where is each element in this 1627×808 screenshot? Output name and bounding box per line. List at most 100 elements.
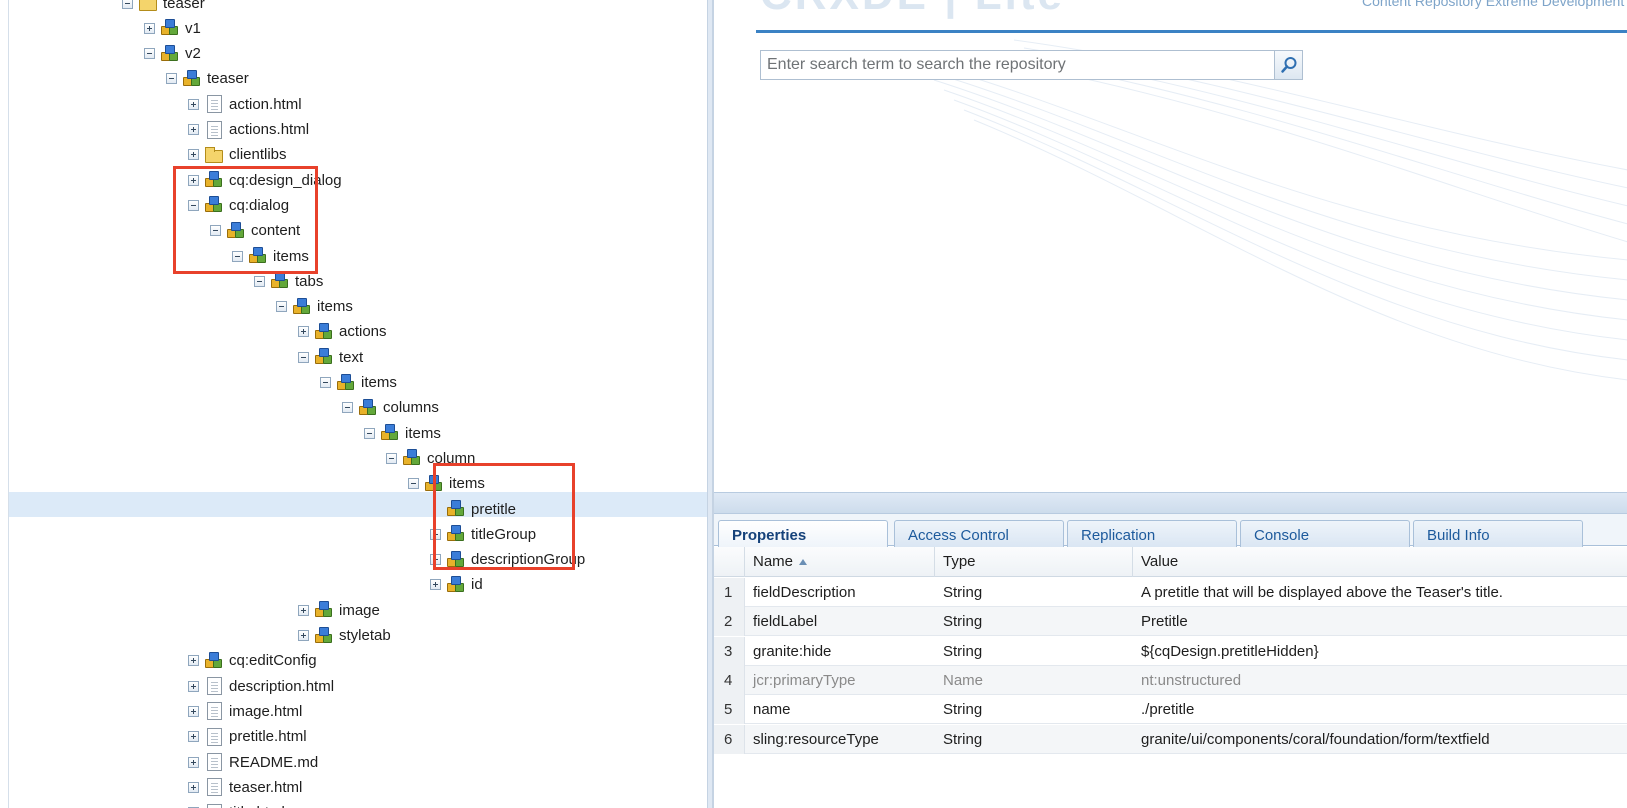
expand-icon[interactable] xyxy=(144,22,155,34)
tree-node[interactable]: text xyxy=(298,345,363,369)
collapse-icon[interactable] xyxy=(298,351,309,363)
search-input[interactable] xyxy=(760,50,1274,80)
collapse-icon[interactable] xyxy=(342,402,353,414)
search-button[interactable] xyxy=(1274,50,1303,80)
tree-node[interactable]: pretitle.html xyxy=(188,725,307,749)
node-icon xyxy=(182,69,202,89)
column-header-name[interactable]: Name xyxy=(745,547,935,577)
tree-node[interactable]: description.html xyxy=(188,674,334,698)
expand-icon[interactable] xyxy=(188,174,199,186)
expand-icon[interactable] xyxy=(188,680,199,692)
column-header-value[interactable]: Value xyxy=(1133,547,1627,577)
tab-build-info[interactable]: Build Info xyxy=(1413,520,1583,547)
tab-properties[interactable]: Properties xyxy=(718,520,888,548)
tree-node[interactable]: descriptionGroup xyxy=(430,548,585,572)
expand-icon[interactable] xyxy=(188,756,199,768)
tree-node-label: cq:dialog xyxy=(229,196,290,214)
property-row[interactable]: 1 fieldDescription String A pretitle that w… xyxy=(714,578,1627,607)
expand-icon[interactable] xyxy=(298,604,309,616)
tree-node-label: id xyxy=(471,576,483,594)
tree-node[interactable]: image.html xyxy=(188,699,302,723)
property-row[interactable]: 4 jcr:primaryType Name nt:unstructured xyxy=(714,665,1627,695)
collapse-icon[interactable] xyxy=(166,73,177,85)
collapse-icon[interactable] xyxy=(188,199,199,211)
expand-icon[interactable] xyxy=(188,705,199,717)
expand-icon[interactable] xyxy=(430,554,441,566)
collapse-icon[interactable] xyxy=(276,301,287,313)
tab-access-control[interactable]: Access Control xyxy=(894,520,1064,547)
tree-node[interactable]: items xyxy=(276,295,353,319)
expand-icon[interactable] xyxy=(298,630,309,641)
tree-node[interactable]: pretitle xyxy=(430,497,516,521)
tree-node-label: action.html xyxy=(229,95,302,113)
tree-node[interactable]: items xyxy=(232,244,309,268)
panel-header-bar xyxy=(714,492,1627,514)
expand-icon[interactable] xyxy=(430,528,441,540)
expand-icon[interactable] xyxy=(188,98,199,110)
header-accent-bar xyxy=(756,30,1627,33)
tree-node[interactable]: v2 xyxy=(144,42,201,66)
tree-node[interactable]: cq:editConfig xyxy=(188,649,317,673)
collapse-icon[interactable] xyxy=(122,0,133,9)
tree-node[interactable]: id xyxy=(430,573,483,597)
column-header-type[interactable]: Type xyxy=(935,547,1133,577)
property-value: ./pretitle xyxy=(1141,701,1195,719)
tab-console[interactable]: Console xyxy=(1240,520,1410,547)
collapse-icon[interactable] xyxy=(254,275,265,287)
tree-node[interactable]: tabs xyxy=(254,269,323,293)
expand-icon[interactable] xyxy=(188,655,199,667)
collapse-icon[interactable] xyxy=(364,427,375,439)
repository-tree-panel: teaser v1 v2 teaser action.html actions.html c… xyxy=(0,0,707,808)
folder-icon xyxy=(138,0,158,13)
collapse-icon[interactable] xyxy=(232,250,243,262)
tree-node[interactable]: title.html xyxy=(188,801,285,808)
tree-node-label: image xyxy=(339,601,380,619)
tree-node[interactable]: cq:design_dialog xyxy=(188,168,342,192)
tree-node[interactable]: teaser.html xyxy=(188,775,302,799)
tree-node[interactable]: items xyxy=(408,472,485,496)
tree-node[interactable]: titleGroup xyxy=(430,522,536,546)
expand-icon[interactable] xyxy=(430,579,441,591)
tree-node-label: README.md xyxy=(229,753,319,771)
expand-icon[interactable] xyxy=(298,326,309,338)
property-value: A pretitle that will be displayed above … xyxy=(1141,584,1503,601)
property-name: fieldLabel xyxy=(753,613,818,631)
tree-node[interactable]: items xyxy=(320,371,397,395)
property-value: granite/ui/components/coral/foundation/f… xyxy=(1141,730,1490,748)
tab-replication[interactable]: Replication xyxy=(1067,520,1237,547)
expand-icon[interactable] xyxy=(188,149,199,161)
tree-node-label: tabs xyxy=(295,272,324,290)
collapse-icon[interactable] xyxy=(144,48,155,60)
tree-node[interactable]: clientlibs xyxy=(188,143,287,167)
property-row[interactable]: 6 sling:resourceType String granite/ui/comp… xyxy=(714,724,1627,754)
collapse-icon[interactable] xyxy=(386,452,397,464)
tree-node-label: clientlibs xyxy=(229,146,287,164)
tree-node[interactable]: README.md xyxy=(188,750,318,774)
tree-node[interactable]: styletab xyxy=(298,624,391,648)
tree-node[interactable]: action.html xyxy=(188,92,302,116)
property-row[interactable]: 2 fieldLabel String Pretitle xyxy=(714,607,1627,637)
tree-node[interactable]: image xyxy=(298,598,380,622)
tree-node[interactable]: teaser xyxy=(166,67,249,91)
collapse-icon[interactable] xyxy=(320,377,331,388)
tree-node[interactable]: content xyxy=(210,219,300,243)
tree-node[interactable]: columns xyxy=(342,396,439,420)
tree-node[interactable]: actions.html xyxy=(188,118,309,142)
node-icon xyxy=(314,600,334,620)
tree-node-label: titleGroup xyxy=(471,525,537,543)
node-icon xyxy=(446,575,466,595)
tree-node-label: title.html xyxy=(229,804,285,808)
tree-node[interactable]: column xyxy=(386,446,475,470)
expand-icon[interactable] xyxy=(188,124,199,135)
tree-node[interactable]: actions xyxy=(298,320,387,344)
collapse-icon[interactable] xyxy=(408,478,419,490)
tree-node[interactable]: v1 xyxy=(144,16,201,40)
expand-icon[interactable] xyxy=(188,731,199,743)
tree-node[interactable]: items xyxy=(364,421,441,445)
tree-node[interactable]: teaser xyxy=(122,0,205,15)
collapse-icon[interactable] xyxy=(210,225,221,237)
expand-icon[interactable] xyxy=(188,781,199,793)
property-row[interactable]: 3 granite:hide String ${cqDesign.pretitleHi… xyxy=(714,636,1627,666)
tree-node[interactable]: cq:dialog xyxy=(188,193,289,217)
property-row[interactable]: 5 name String ./pretitle xyxy=(714,695,1627,725)
